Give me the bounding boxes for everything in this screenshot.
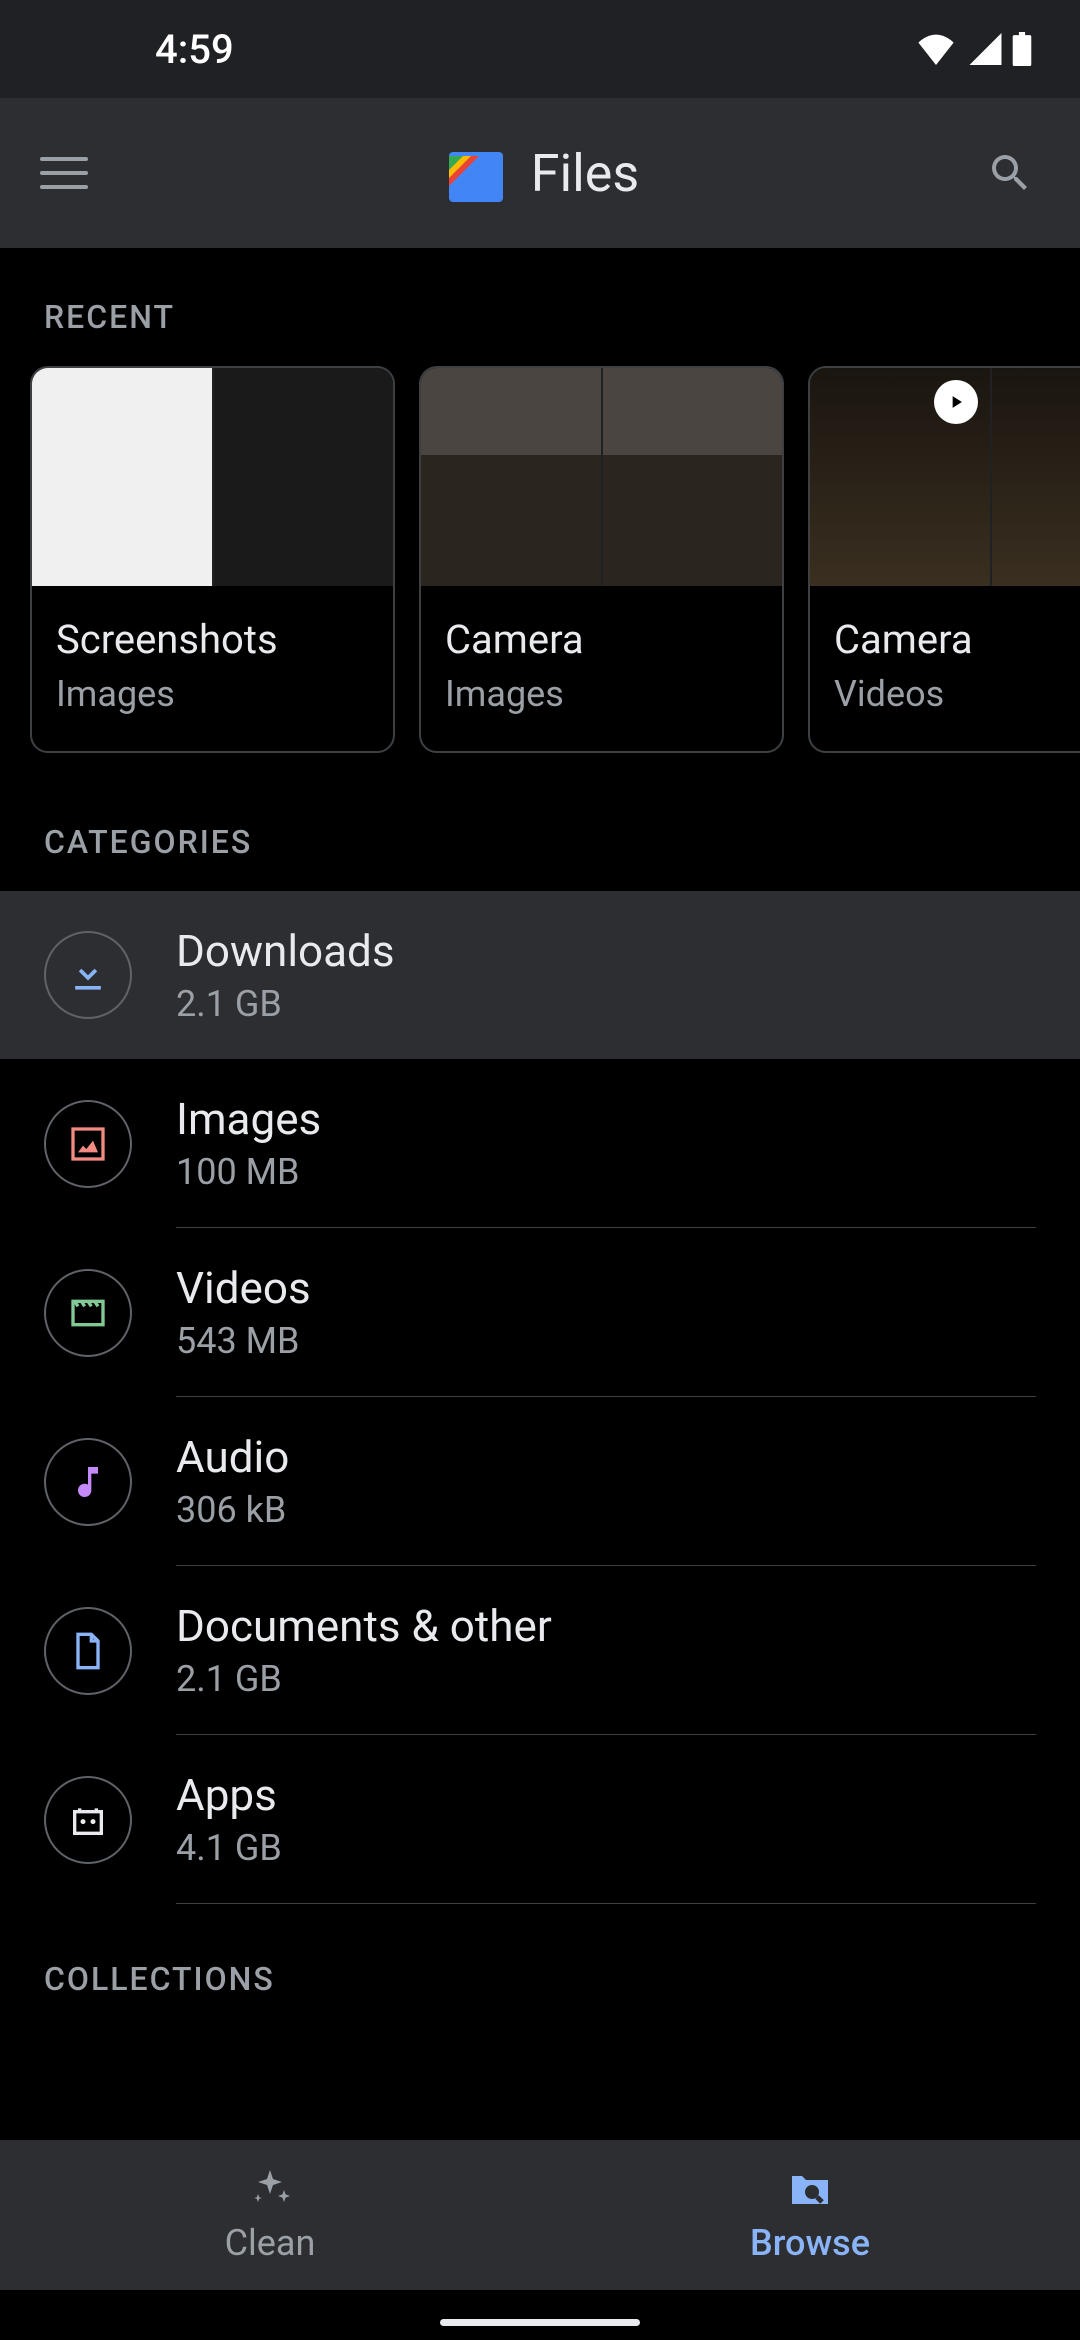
category-images[interactable]: Images 100 MB [0, 1059, 1080, 1228]
category-title: Downloads [176, 925, 1036, 977]
recent-header: RECENT [0, 248, 1080, 366]
category-size: 2.1 GB [176, 1658, 1036, 1700]
battery-icon [1012, 32, 1032, 66]
search-button[interactable] [980, 143, 1040, 203]
browse-icon [786, 2166, 834, 2214]
content-scroll[interactable]: RECENT Screenshots Images Camera Images [0, 248, 1080, 2140]
category-documents[interactable]: Documents & other 2.1 GB [0, 1566, 1080, 1735]
app-title-wrap: Files [100, 143, 980, 204]
nav-label: Clean [225, 2222, 316, 2264]
recent-row[interactable]: Screenshots Images Camera Images [0, 366, 1080, 753]
category-size: 543 MB [176, 1320, 1036, 1362]
category-size: 100 MB [176, 1151, 1036, 1193]
recent-card-camera-images[interactable]: Camera Images [419, 366, 784, 753]
recent-card-subtitle: Images [445, 673, 758, 715]
sparkle-icon [246, 2166, 294, 2214]
image-icon [44, 1100, 132, 1188]
category-title: Documents & other [176, 1600, 1036, 1652]
signal-icon [966, 33, 1002, 65]
nav-label: Browse [750, 2222, 870, 2264]
bottom-nav: Clean Browse [0, 2140, 1080, 2290]
nav-clean[interactable]: Clean [0, 2140, 540, 2290]
video-icon [44, 1269, 132, 1357]
categories-header: CATEGORIES [0, 753, 1080, 891]
status-icons [916, 32, 1032, 66]
category-title: Apps [176, 1769, 1036, 1821]
thumbnail [810, 368, 990, 586]
status-time: 4:59 [155, 26, 234, 73]
home-indicator[interactable] [440, 2319, 640, 2326]
recent-card-subtitle: Images [56, 673, 369, 715]
nav-bar-bg [0, 2290, 1080, 2340]
download-icon [44, 931, 132, 1019]
recent-card-camera-videos[interactable]: Camera Videos [808, 366, 1080, 753]
thumbnail [214, 368, 394, 586]
files-logo-icon [441, 144, 511, 202]
app-title: Files [531, 143, 639, 204]
recent-card-screenshots[interactable]: Screenshots Images [30, 366, 395, 753]
thumbnail [992, 368, 1080, 586]
document-icon [44, 1607, 132, 1695]
category-title: Audio [176, 1431, 1036, 1483]
wifi-icon [916, 33, 956, 65]
thumbnail-row [810, 368, 1080, 586]
recent-card-title: Camera [834, 616, 1080, 663]
recent-card-subtitle: Videos [834, 673, 1080, 715]
category-title: Images [176, 1093, 1036, 1145]
category-size: 4.1 GB [176, 1827, 1036, 1869]
nav-browse[interactable]: Browse [540, 2140, 1080, 2290]
collections-header: COLLECTIONS [0, 1904, 1080, 2028]
recent-card-title: Camera [445, 616, 758, 663]
audio-icon [44, 1438, 132, 1526]
menu-button[interactable] [40, 143, 100, 203]
thumbnail [603, 368, 783, 586]
category-videos[interactable]: Videos 543 MB [0, 1228, 1080, 1397]
thumbnail [421, 368, 601, 586]
apps-icon [44, 1776, 132, 1864]
status-bar: 4:59 [0, 0, 1080, 98]
category-apps[interactable]: Apps 4.1 GB [0, 1735, 1080, 1904]
recent-card-title: Screenshots [56, 616, 369, 663]
category-list: Downloads 2.1 GB Images 100 MB Videos 54… [0, 891, 1080, 1904]
category-audio[interactable]: Audio 306 kB [0, 1397, 1080, 1566]
play-icon [934, 380, 978, 424]
search-icon [986, 149, 1034, 197]
thumbnail-row [421, 368, 782, 586]
thumbnail-row [32, 368, 393, 586]
category-title: Videos [176, 1262, 1036, 1314]
category-downloads[interactable]: Downloads 2.1 GB [0, 891, 1080, 1059]
thumbnail [32, 368, 212, 586]
category-size: 2.1 GB [176, 983, 1036, 1025]
category-size: 306 kB [176, 1489, 1036, 1531]
app-bar: Files [0, 98, 1080, 248]
